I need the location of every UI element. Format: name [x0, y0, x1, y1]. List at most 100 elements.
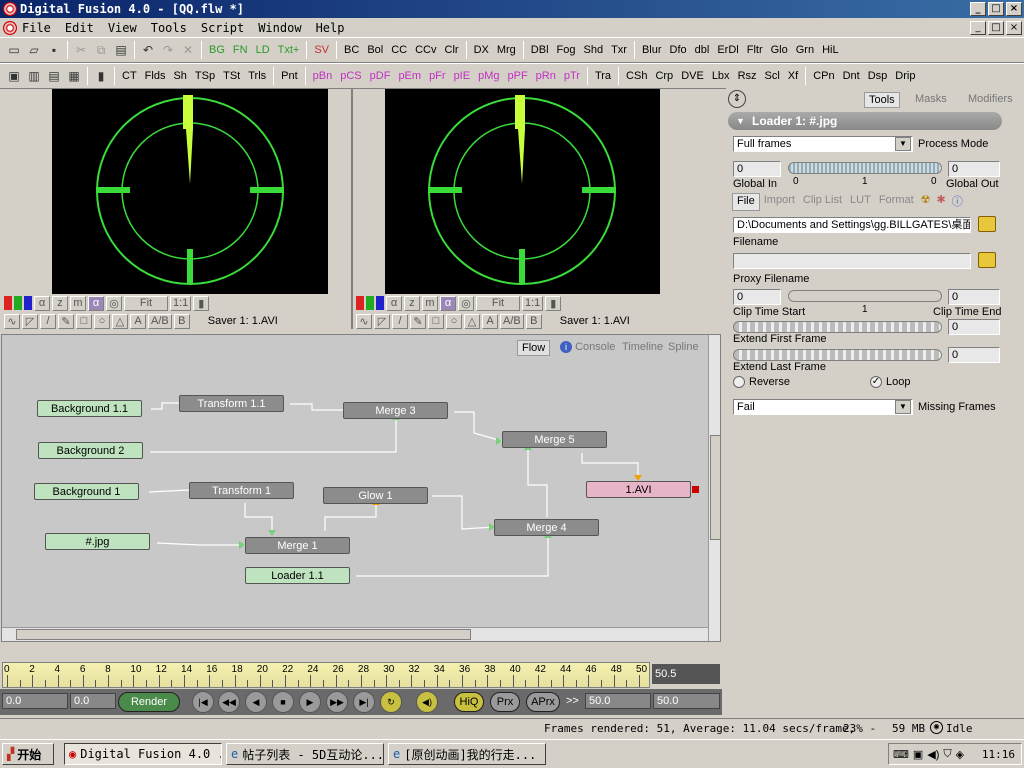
alpha-toggle-button-2[interactable]: α [440, 295, 456, 311]
tool-dfo[interactable]: Dfo [666, 44, 691, 56]
node-transform-1-1[interactable]: Transform 1.1 [179, 395, 284, 412]
tool-clr[interactable]: Clr [441, 44, 463, 56]
tool-pem[interactable]: pEm [394, 70, 425, 82]
network-icon[interactable]: ▣ [913, 748, 923, 761]
node-background-2[interactable]: Background 2 [38, 442, 143, 459]
polyline-icon[interactable]: ∿ [4, 313, 20, 329]
tool-csh[interactable]: CSh [622, 70, 651, 82]
viewer-left[interactable] [52, 89, 328, 294]
clip-start-field[interactable]: 0 [733, 289, 781, 305]
filename-field[interactable]: D:\Documents and Settings\gg.BILLGATES\桌… [733, 217, 971, 233]
tool-dnt[interactable]: Dnt [839, 70, 864, 82]
end-time-field[interactable]: 50.5 [652, 664, 720, 684]
cut-icon[interactable]: ✂ [72, 41, 90, 59]
maximize-button[interactable]: □ [988, 2, 1004, 16]
tool-pnt[interactable]: Pnt [277, 70, 302, 82]
node-glow-1[interactable]: Glow 1 [323, 487, 428, 504]
node-merge-3[interactable]: Merge 3 [343, 402, 448, 419]
layout-panel-icon[interactable]: ▮ [92, 67, 110, 85]
security-icon[interactable]: ⛉ [943, 748, 951, 761]
tool-ppf[interactable]: pPF [503, 70, 531, 82]
rect-icon-2[interactable]: □ [428, 313, 444, 329]
tool-pmg[interactable]: pMg [474, 70, 503, 82]
ellipse-icon[interactable]: ○ [94, 313, 110, 329]
tool-dx[interactable]: DX [470, 44, 493, 56]
undo-icon[interactable]: ↶ [139, 41, 157, 59]
global-range-slider[interactable] [788, 162, 942, 174]
play-icon[interactable]: ▶ [299, 691, 321, 713]
z-button[interactable]: z [52, 295, 68, 311]
tool-sv[interactable]: SV [310, 44, 333, 56]
time-ruler[interactable]: 0 2 4 6 8 10 12 14 16 18 20 22 24 26 28 30 32 34 36 38 40 42 4… [2, 662, 650, 688]
close-button[interactable]: × [1006, 2, 1022, 16]
tool-pdf[interactable]: pDF [366, 70, 395, 82]
doc-close-button[interactable]: × [1006, 21, 1022, 35]
tool-fn[interactable]: FN [229, 44, 252, 56]
polyline-icon-2[interactable]: ∿ [356, 313, 372, 329]
tool-drip[interactable]: Drip [891, 70, 919, 82]
bspline-icon-2[interactable]: ◸ [374, 313, 390, 329]
tool-erdl[interactable]: ErDl [713, 44, 742, 56]
subtab-file[interactable]: File [732, 193, 760, 211]
tool-bg[interactable]: BG [205, 44, 229, 56]
tool-bol[interactable]: Bol [363, 44, 387, 56]
fast-forward-icon[interactable]: ▶▶ [326, 691, 348, 713]
bspline-icon[interactable]: ◸ [22, 313, 38, 329]
panel-collapse-icon[interactable]: ⇕ [728, 90, 746, 108]
tool-lbx[interactable]: Lbx [708, 70, 734, 82]
menu-view[interactable]: View [108, 21, 137, 35]
tool-tst[interactable]: TSt [219, 70, 244, 82]
task-digital-fusion[interactable]: ◉Digital Fusion 4.0 ... [64, 743, 222, 765]
node-saver-avi[interactable]: 1.AVI [586, 481, 691, 498]
browse-proxy-folder-icon[interactable] [978, 252, 996, 268]
ratio-button[interactable]: 1:1 [170, 295, 192, 311]
info-icon-panel[interactable]: ⓘ [949, 193, 966, 211]
tool-scl[interactable]: Scl [761, 70, 784, 82]
extend-last-slider[interactable] [733, 349, 942, 361]
ellipse-icon-2[interactable]: ○ [446, 313, 462, 329]
node-transform-1[interactable]: Transform 1 [189, 482, 294, 499]
missing-dropdown-arrow-icon[interactable]: ▼ [895, 400, 911, 414]
menu-file[interactable]: File [22, 21, 51, 35]
ab-button-2[interactable]: A/B [500, 313, 524, 329]
play-reverse-icon[interactable]: ◀ [245, 691, 267, 713]
global-out-field[interactable]: 0 [948, 161, 1000, 177]
browse-folder-icon[interactable] [978, 216, 996, 232]
open-folder-icon[interactable]: ▱ [25, 41, 43, 59]
tool-txt[interactable]: Txt+ [274, 44, 304, 56]
loop-icon[interactable]: ↻ [380, 691, 402, 713]
tool-dve[interactable]: DVE [677, 70, 708, 82]
new-file-icon[interactable]: ▭ [5, 41, 23, 59]
fit-button[interactable]: Fit [124, 295, 168, 311]
clip-end-field[interactable]: 0 [948, 289, 1000, 305]
keyboard-icon[interactable]: ⌨ [893, 748, 909, 761]
tool-fog[interactable]: Fog [553, 44, 580, 56]
draw-icon-2[interactable]: / [392, 313, 408, 329]
subtab-format[interactable]: Format [875, 193, 918, 211]
extend-first-field[interactable]: 0 [948, 319, 1000, 335]
tool-header[interactable]: ▼ Loader 1: #.jpg [728, 112, 1002, 130]
stop-icon[interactable]: ■ [272, 691, 294, 713]
paste-icon[interactable]: ▤ [112, 41, 130, 59]
missing-frames-select[interactable]: Fail [733, 399, 913, 415]
tool-tra[interactable]: Tra [591, 70, 615, 82]
flow-vscroll[interactable] [708, 335, 720, 641]
delete-icon[interactable]: ✕ [179, 41, 197, 59]
doc-restore-button[interactable]: □ [988, 21, 1004, 35]
clip-range-slider[interactable] [788, 290, 942, 302]
alpha-button-2[interactable]: α [386, 295, 402, 311]
tool-crp[interactable]: Crp [651, 70, 677, 82]
alpha-toggle-button[interactable]: α [88, 295, 104, 311]
tool-sh[interactable]: Sh [169, 70, 190, 82]
minimize-button[interactable]: _ [970, 2, 986, 16]
paint-icon[interactable]: ✎ [58, 313, 74, 329]
alpha-button[interactable]: α [34, 295, 50, 311]
node-merge-4[interactable]: Merge 4 [494, 519, 599, 536]
tab-masks[interactable]: Masks [911, 92, 951, 106]
go-start-icon[interactable]: |◀ [192, 691, 214, 713]
redo-icon[interactable]: ↷ [159, 41, 177, 59]
node-merge-1[interactable]: Merge 1 [245, 537, 350, 554]
histogram-icon[interactable]: ▮ [193, 295, 210, 311]
tool-mrg[interactable]: Mrg [493, 44, 520, 56]
ratio-button-2[interactable]: 1:1 [522, 295, 544, 311]
